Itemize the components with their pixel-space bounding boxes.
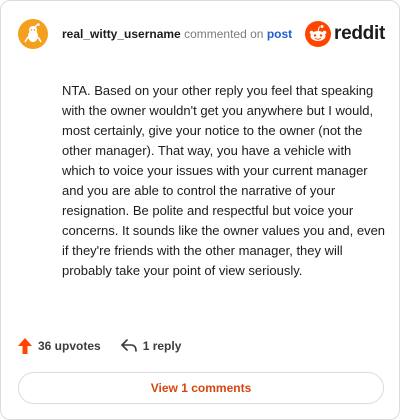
upvote-button[interactable]: 36 upvotes [18, 338, 101, 354]
username-link[interactable]: real_witty_username [62, 27, 181, 41]
view-comments-button[interactable]: View 1 comments [18, 372, 384, 404]
reddit-snoo-avatar-icon[interactable] [18, 19, 48, 49]
comment-card: real_witty_username commented on post re… [0, 0, 400, 420]
reply-button[interactable]: 1 reply [120, 339, 182, 353]
reply-count: 1 reply [142, 339, 182, 353]
comment-header: real_witty_username commented on post re… [18, 18, 385, 50]
reply-arrow-icon [120, 339, 137, 352]
reddit-wordmark: reddit [334, 23, 385, 44]
reddit-logo-icon [305, 21, 332, 47]
comment-body: NTA. Based on your other reply you feel … [62, 83, 386, 278]
post-link[interactable]: post [267, 27, 292, 41]
upvote-count: 36 upvotes [38, 339, 101, 353]
reddit-brand[interactable]: reddit [305, 21, 385, 47]
comment-meta: real_witty_username commented on post [62, 27, 292, 41]
commented-on-label: commented on [184, 27, 264, 41]
upvote-arrow-icon [18, 338, 32, 354]
comment-actions: 36 upvotes 1 reply [18, 338, 181, 354]
